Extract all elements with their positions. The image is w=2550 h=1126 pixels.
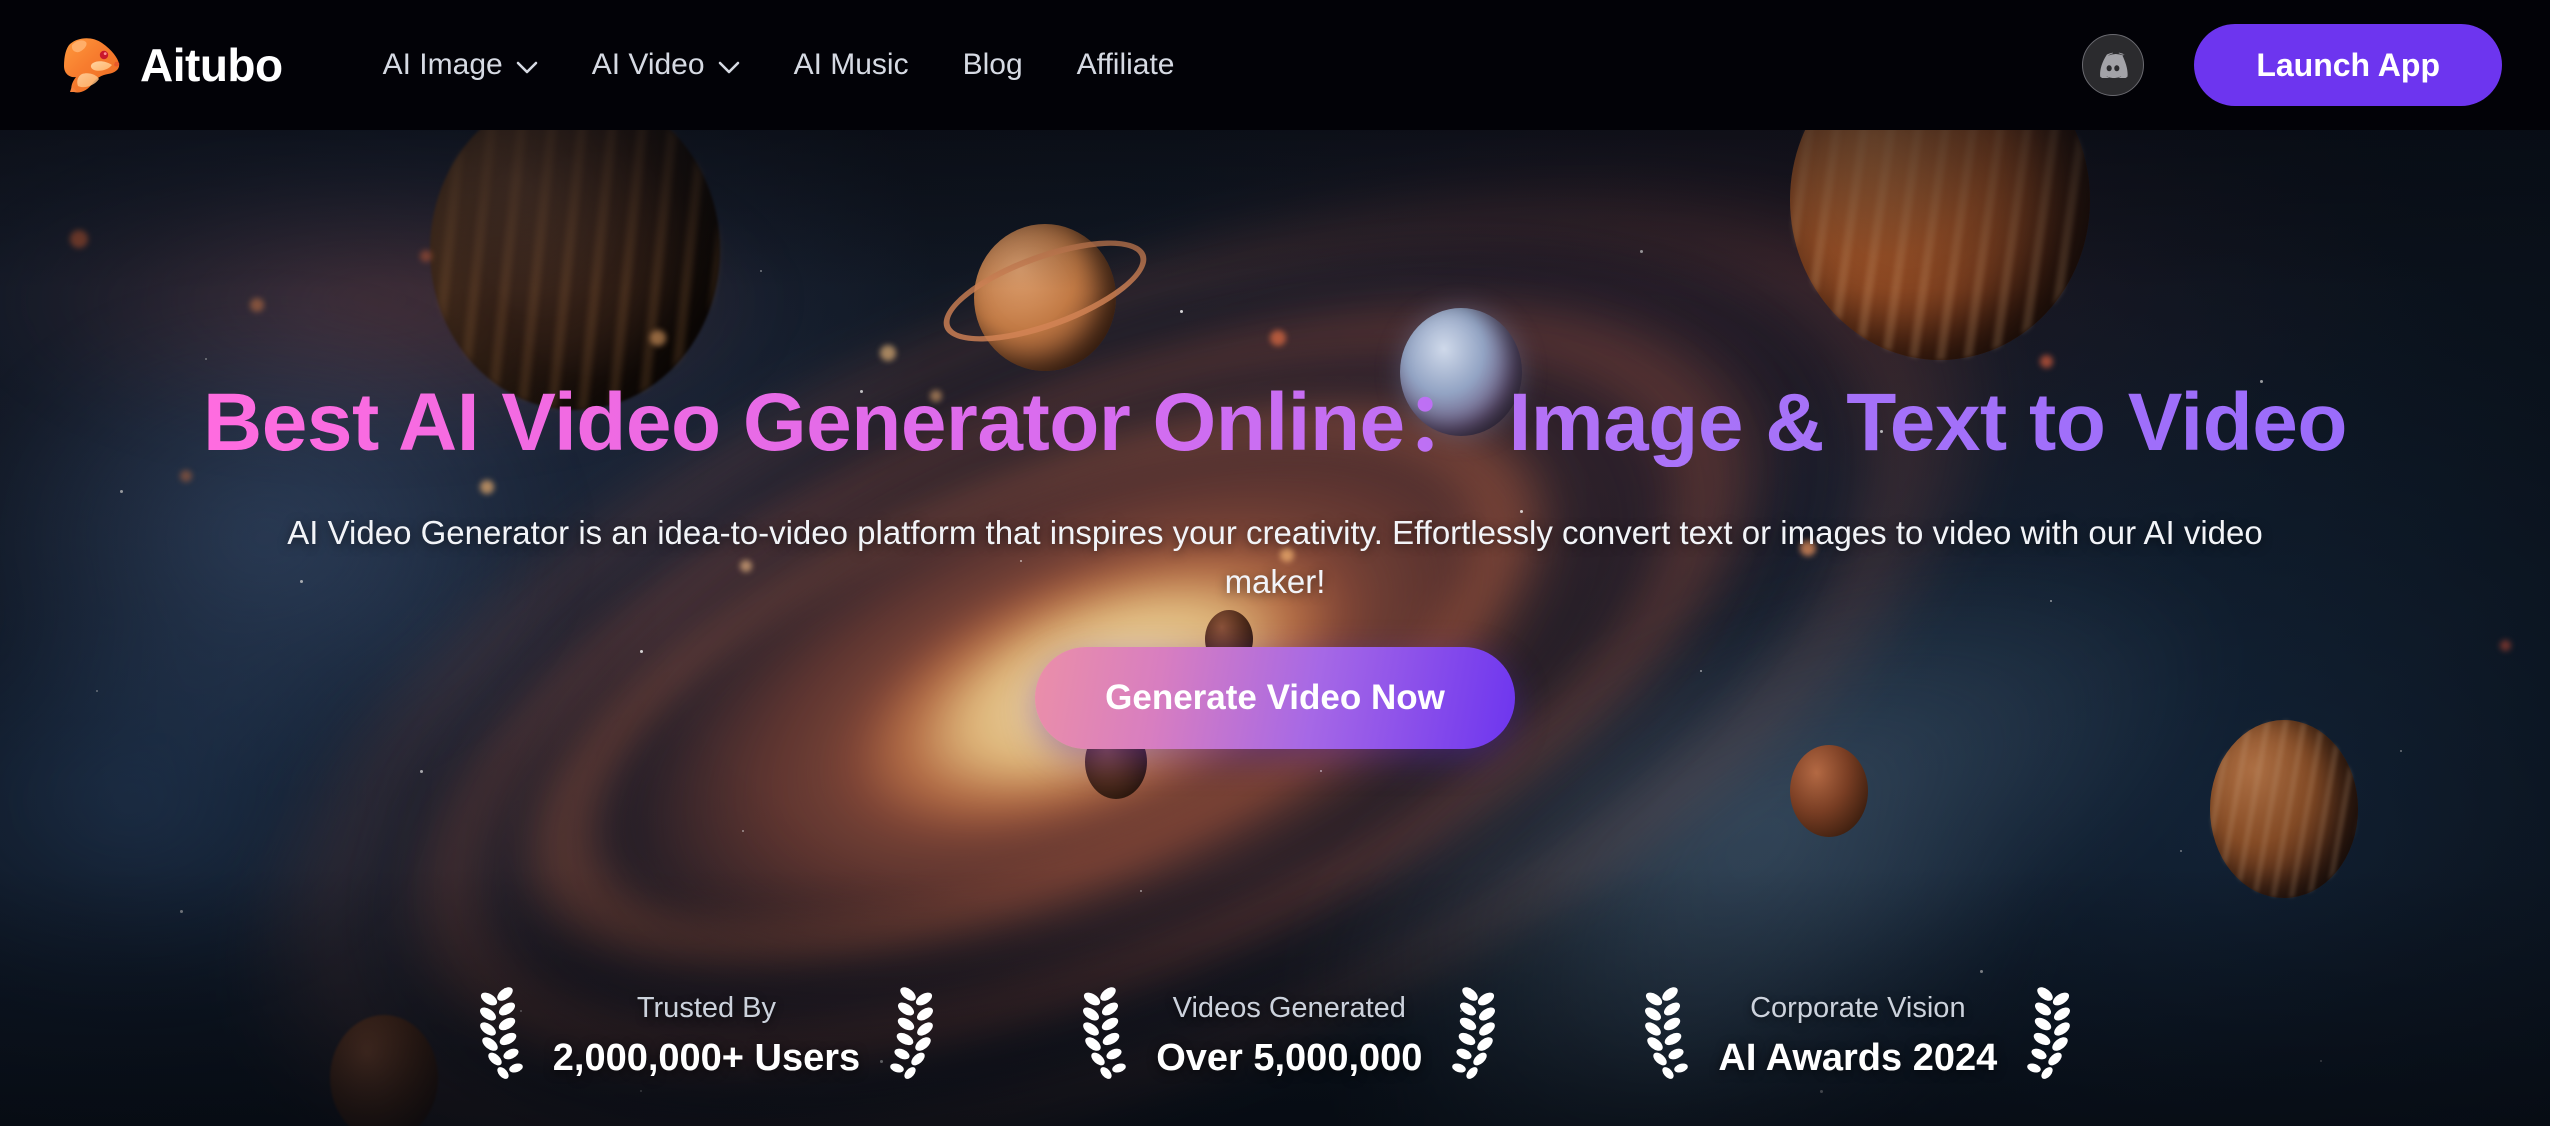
- hero-section: Best AI Video Generator Online： Image & …: [0, 130, 2550, 1126]
- generate-video-now-button[interactable]: Generate Video Now: [1035, 646, 1515, 749]
- nav-label: AI Image: [382, 48, 503, 81]
- stat-value: Over 5,000,000: [1156, 1036, 1423, 1079]
- stats-row: Trusted By 2,000,000+ Users Videos Gener…: [0, 985, 2550, 1086]
- header-actions: Launch App: [2082, 24, 2502, 106]
- stat-trusted-by: Trusted By 2,000,000+ Users: [465, 985, 948, 1086]
- main-nav: AI Image AI Video AI Music Blog Affiliat…: [383, 48, 1175, 82]
- stat-value: 2,000,000+ Users: [552, 1036, 861, 1079]
- nav-item-ai-image[interactable]: AI Image: [383, 48, 538, 82]
- nav-label: AI Video: [591, 48, 705, 81]
- laurel-wreath-icon: [2023, 985, 2085, 1086]
- nav-item-ai-music[interactable]: AI Music: [794, 48, 909, 82]
- site-header: Aitubo AI Image AI Video AI Music Blog A…: [0, 0, 2550, 130]
- laurel-wreath-icon: [1448, 985, 1510, 1086]
- chevron-down-icon: [516, 48, 538, 82]
- nav-item-affiliate[interactable]: Affiliate: [1077, 48, 1175, 82]
- stat-value: AI Awards 2024: [1718, 1036, 1998, 1079]
- chevron-down-icon: [718, 48, 740, 82]
- laurel-wreath-icon: [1068, 985, 1130, 1086]
- laurel-wreath-icon: [886, 985, 948, 1086]
- hero-subheadline: AI Video Generator is an idea-to-video p…: [287, 513, 2263, 600]
- stat-videos-generated: Videos Generated Over 5,000,000: [1068, 985, 1510, 1086]
- stat-corporate-vision: Corporate Vision AI Awards 2024: [1630, 985, 2085, 1086]
- hero-content: Best AI Video Generator Online： Image & …: [0, 130, 2550, 1126]
- nav-label: AI Music: [793, 48, 909, 81]
- nav-item-blog[interactable]: Blog: [963, 48, 1023, 82]
- stat-label: Trusted By: [636, 991, 777, 1024]
- nav-item-ai-video[interactable]: AI Video: [592, 48, 740, 82]
- laurel-wreath-icon: [465, 985, 527, 1086]
- nav-label: Blog: [962, 48, 1023, 81]
- stat-label: Corporate Vision: [1750, 991, 1966, 1024]
- launch-app-button[interactable]: Launch App: [2194, 24, 2502, 106]
- brand-logo[interactable]: Aitubo: [52, 34, 283, 96]
- capybara-logo-icon: [52, 34, 124, 96]
- stat-label: Videos Generated: [1172, 991, 1406, 1024]
- hero-headline: Best AI Video Generator Online： Image & …: [203, 377, 2347, 468]
- brand-name: Aitubo: [140, 39, 283, 91]
- discord-icon[interactable]: [2082, 34, 2145, 96]
- nav-label: Affiliate: [1076, 48, 1175, 81]
- laurel-wreath-icon: [1630, 985, 1692, 1086]
